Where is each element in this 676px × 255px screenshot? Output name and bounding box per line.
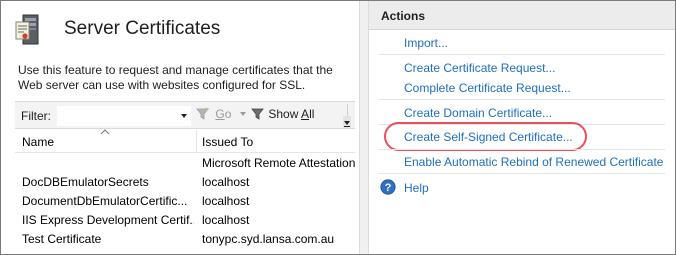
cell-issued-to: localhost	[202, 194, 250, 208]
action-group-divider	[379, 149, 665, 150]
table-row[interactable]: Test Certificate tonypc.syd.lansa.com.au	[15, 229, 355, 248]
actions-title: Actions	[381, 9, 426, 23]
table-row[interactable]: Microsoft Remote Attestation	[15, 153, 355, 172]
feature-description: Use this feature to request and manage c…	[18, 63, 333, 92]
cell-name: DocumentDbEmulatorCertific...	[22, 194, 188, 208]
action-group-divider	[379, 173, 665, 174]
highlight-ring	[384, 122, 587, 151]
help-icon[interactable]: ?	[380, 179, 396, 195]
table-row[interactable]: DocumentDbEmulatorCertific... localhost	[15, 191, 355, 210]
actions-header: Actions	[369, 1, 675, 30]
server-certificates-icon	[15, 14, 43, 46]
funnel-icon	[196, 108, 209, 120]
enable-automatic-rebind-action[interactable]: Enable Automatic Rebind of Renewed Certi…	[404, 155, 663, 169]
action-group-divider	[379, 99, 665, 100]
cell-issued-to: tonypc.syd.lansa.com.au	[202, 232, 335, 246]
table-row[interactable]: DocDBEmulatorSecrets localhost	[15, 172, 355, 191]
sort-ascending-icon	[100, 129, 110, 135]
cell-issued-to: localhost	[202, 175, 250, 189]
iis-window: Server Certificates Use this feature to …	[0, 0, 676, 255]
chevron-down-icon[interactable]	[181, 114, 187, 118]
filter-label: Filter:	[21, 109, 51, 123]
table-row[interactable]: IIS Express Development Certif... localh…	[15, 210, 355, 229]
cell-name: Test Certificate	[22, 232, 102, 246]
overflow-chevron-icon[interactable]	[343, 116, 351, 128]
page-title: Server Certificates	[64, 18, 221, 39]
create-certificate-request-action[interactable]: Create Certificate Request...	[404, 61, 555, 75]
cell-name: IIS Express Development Certif...	[22, 213, 194, 227]
column-issued-to[interactable]: Issued To	[202, 135, 253, 149]
go-button[interactable]: Go	[196, 107, 246, 125]
column-name[interactable]: Name	[22, 135, 54, 149]
svg-text:?: ?	[385, 182, 392, 194]
filter-input[interactable]	[57, 106, 191, 126]
create-domain-certificate-action[interactable]: Create Domain Certificate...	[404, 106, 552, 120]
show-all-label: Show All	[268, 107, 315, 121]
cell-issued-to: Microsoft Remote Attestation	[202, 156, 355, 170]
show-all-button[interactable]: Show All	[251, 107, 314, 121]
certificates-list: Microsoft Remote Attestation DocDBEmulat…	[15, 153, 355, 248]
action-group-divider	[379, 54, 665, 55]
server-certificates-pane: Server Certificates Use this feature to …	[1, 1, 359, 254]
pane-splitter[interactable]	[359, 1, 369, 254]
go-dropdown-icon[interactable]	[239, 112, 246, 116]
go-label: Go	[215, 107, 232, 121]
column-divider[interactable]	[196, 130, 197, 153]
help-action[interactable]: Help	[404, 181, 429, 195]
actions-pane: Actions Import... Create Certificate Req…	[369, 1, 675, 254]
certificates-column-header: Name Issued To	[15, 129, 355, 153]
cell-name: DocDBEmulatorSecrets	[22, 175, 149, 189]
import-action[interactable]: Import...	[404, 36, 448, 50]
filter-toolbar: Filter: Go Show All	[15, 101, 355, 129]
show-all-icon	[251, 108, 264, 120]
cell-issued-to: localhost	[202, 213, 250, 227]
feature-header: Server Certificates	[1, 1, 359, 57]
complete-certificate-request-action[interactable]: Complete Certificate Request...	[404, 81, 571, 95]
